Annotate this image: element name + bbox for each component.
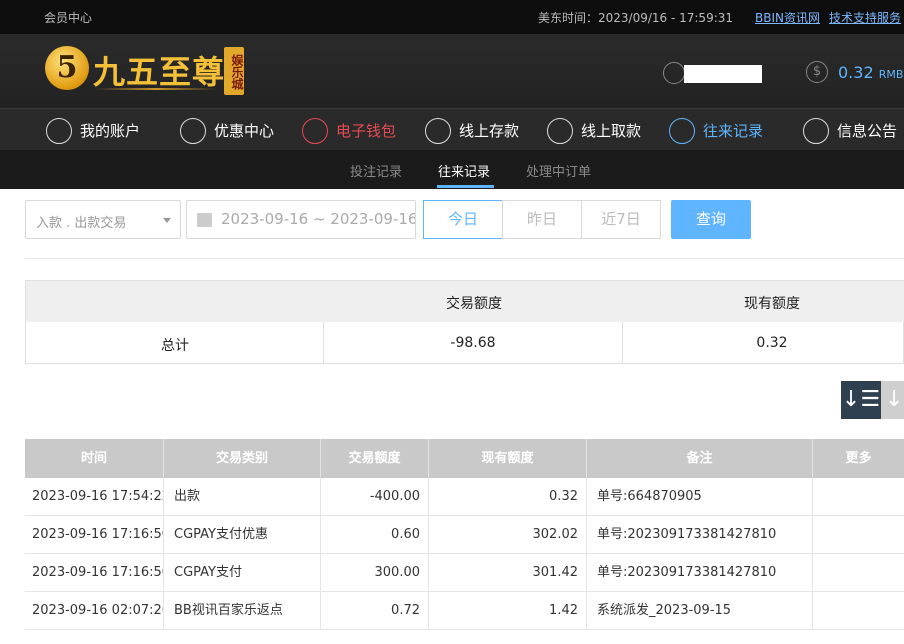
server-time: 美东时间：2023/09/16 - 17:59:31: [538, 11, 734, 25]
col-note: 备注: [587, 439, 813, 478]
cell-note: 单号:202309173381427810: [587, 516, 813, 554]
cell-amount: 0.72: [321, 592, 429, 630]
summary-header-balance: 现有额度: [744, 296, 800, 312]
col-more: 更多: [845, 451, 872, 466]
logo-ornament: [96, 88, 216, 90]
col-balance: 现有额度: [429, 439, 587, 478]
divider: [25, 258, 904, 259]
summary-total-amount: -98.68: [450, 335, 496, 351]
nav-label: 往来记录: [703, 122, 764, 140]
user-avatar-icon[interactable]: [663, 62, 685, 84]
cell-amount: -400.00: [321, 478, 429, 516]
transaction-type-select[interactable]: 入款 . 出款交易: [25, 200, 181, 239]
top-bar: 会员中心 美东时间：2023/09/16 - 17:59:31 BBIN资讯网 …: [0, 0, 904, 34]
cell-amount: 300.00: [321, 554, 429, 592]
chevron-down-icon: [163, 218, 171, 223]
nav-label: 线上存款: [459, 122, 520, 140]
table-row: 2023-09-16 17:54:22 出款 -400.00 0.32 单号:6…: [25, 478, 904, 516]
tab-bet-records[interactable]: 投注记录: [350, 161, 402, 180]
date-range-value: 2023-09-16 ~ 2023-09-16: [221, 210, 416, 228]
cell-balance: 302.02: [429, 516, 587, 554]
bell-icon: [803, 118, 829, 144]
active-tab-indicator: [437, 185, 494, 188]
col-type: 交易类别: [164, 439, 321, 478]
tab-pending-orders[interactable]: 处理中订单: [526, 161, 591, 180]
cell-balance: 301.42: [429, 554, 587, 592]
cell-type: CGPAY支付: [164, 554, 321, 592]
table-row: 2023-09-16 17:16:50 CGPAY支付优惠 0.60 302.0…: [25, 516, 904, 554]
logo-icon[interactable]: 5: [45, 46, 89, 90]
col-time: 时间: [25, 439, 164, 478]
gift-icon: [180, 118, 206, 144]
cell-time: 2023-09-16 17:54:22: [25, 478, 164, 516]
nav-label: 线上取款: [581, 122, 642, 140]
nav-label: 电子钱包: [336, 122, 397, 140]
currency-label: RMB: [878, 68, 904, 81]
cell-type: CGPAY支付优惠: [164, 516, 321, 554]
balance-display: 0.32 RMB: [838, 63, 903, 82]
username-field: [684, 65, 762, 83]
calendar-icon: [197, 213, 212, 227]
table-row: 2023-09-16 17:16:50 CGPAY支付 300.00 301.4…: [25, 554, 904, 592]
records-icon: [669, 118, 695, 144]
cell-more[interactable]: [813, 592, 904, 630]
date-range-input[interactable]: 2023-09-16 ~ 2023-09-16: [186, 200, 416, 239]
withdraw-icon: [547, 118, 573, 144]
tech-support-link[interactable]: 技术支持服务: [829, 9, 901, 26]
coin-icon: $: [806, 61, 828, 83]
summary-table: 交易额度 现有额度 总计 -98.68 0.32: [25, 280, 904, 364]
member-center-link[interactable]: 会员中心: [44, 9, 92, 26]
summary-total-balance: 0.32: [756, 335, 788, 351]
segment-today[interactable]: 今日: [423, 200, 503, 239]
cell-more[interactable]: [813, 516, 904, 554]
segment-yesterday[interactable]: 昨日: [502, 200, 582, 239]
cell-balance: 0.32: [429, 478, 587, 516]
nav-label: 我的账户: [80, 122, 141, 140]
wallet-icon: [302, 118, 328, 144]
main-nav: 我的账户 优惠中心 电子钱包 线上存款 线上取款 往来记录 信息公告: [0, 108, 904, 150]
cell-note: 单号:664870905: [587, 478, 813, 516]
cell-note: 系统派发_2023-09-15: [587, 592, 813, 630]
bbin-news-link[interactable]: BBIN资讯网: [755, 9, 820, 26]
sub-nav: 投注记录 往来记录 处理中订单: [0, 150, 904, 189]
segment-last-7-days[interactable]: 近7日: [581, 200, 661, 239]
nav-label: 信息公告: [837, 122, 898, 140]
cell-type: BB视讯百家乐返点: [164, 592, 321, 630]
cell-time: 2023-09-16 17:16:50: [25, 554, 164, 592]
select-value: 入款 . 出款交易: [36, 216, 127, 231]
cell-note: 单号:202309173381427810: [587, 554, 813, 592]
cell-type: 出款: [164, 478, 321, 516]
cell-amount: 0.60: [321, 516, 429, 554]
nav-label: 优惠中心: [214, 122, 275, 140]
logo-name[interactable]: 九五至尊: [93, 47, 225, 93]
table-row: 2023-09-16 02:07:26 BB视讯百家乐返点 0.72 1.42 …: [25, 592, 904, 630]
cell-time: 2023-09-16 17:16:50: [25, 516, 164, 554]
sort-descending-icon[interactable]: ↓☰: [841, 381, 881, 419]
deposit-icon: [425, 118, 451, 144]
table-header: 时间 交易类别 交易额度 现有额度 备注 更多: [25, 439, 904, 478]
tab-transaction-records[interactable]: 往来记录: [438, 161, 490, 180]
cell-balance: 1.42: [429, 592, 587, 630]
summary-total-label: 总计: [161, 338, 189, 354]
cell-more[interactable]: [813, 478, 904, 516]
logo-badge: 娱乐城: [224, 47, 244, 95]
balance-value: 0.32: [838, 63, 874, 82]
cell-time: 2023-09-16 02:07:26: [25, 592, 164, 630]
summary-header-amount: 交易额度: [446, 296, 502, 312]
cell-more[interactable]: [813, 554, 904, 592]
col-amount: 交易额度: [321, 439, 429, 478]
query-button[interactable]: 查询: [671, 200, 751, 239]
sort-ascending-icon[interactable]: ↓☰: [881, 381, 904, 419]
user-icon: [46, 118, 72, 144]
